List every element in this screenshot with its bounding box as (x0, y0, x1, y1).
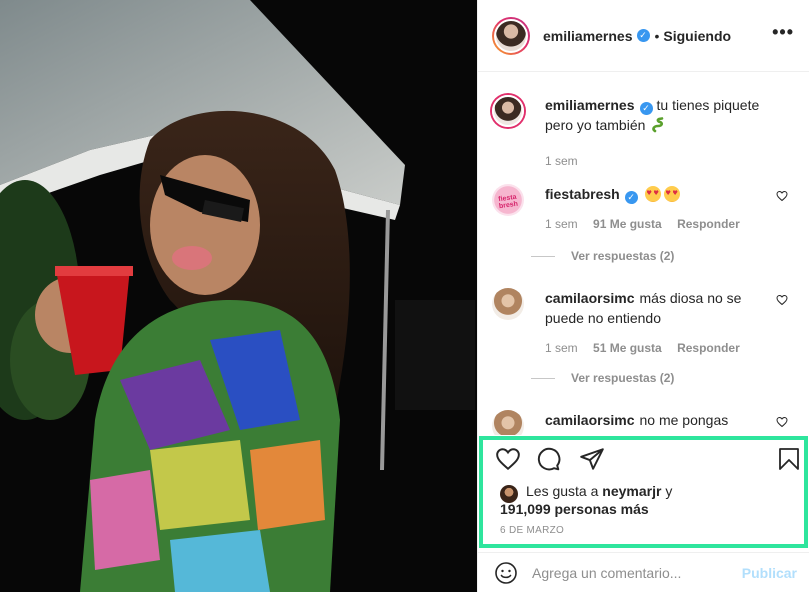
liker-avatar[interactable] (500, 485, 518, 503)
action-icons (495, 446, 805, 476)
heart-eyes-emoji-icon (644, 186, 661, 202)
heart-icon[interactable] (495, 446, 521, 472)
emoji-icon[interactable] (494, 561, 518, 585)
comment-like-heart-icon[interactable] (776, 294, 788, 306)
comment-like-heart-icon[interactable] (776, 190, 788, 202)
comment-like-heart-icon[interactable] (776, 416, 788, 428)
comment-avatar[interactable] (492, 410, 524, 435)
comment-input[interactable] (532, 564, 732, 581)
comment-text: no me pongas (639, 412, 729, 428)
comment-avatar[interactable] (492, 288, 524, 320)
comment-username[interactable]: fiestabresh (545, 186, 620, 202)
post-actions-highlight: Les gusta a neymarjr y 191,099 personas … (479, 436, 808, 548)
comment-icon[interactable] (535, 446, 561, 472)
caption-time: 1 sem (545, 154, 578, 168)
heart-eyes-emoji-icon (663, 186, 680, 202)
reply-button[interactable]: Responder (677, 217, 740, 231)
share-icon[interactable] (579, 446, 605, 472)
following-button[interactable]: Siguiendo (663, 28, 731, 44)
comment-avatar[interactable]: fiesta bresh (492, 184, 524, 216)
fiestabresh-logo: fiesta bresh (497, 193, 519, 211)
likes-prefix: Les gusta a (526, 483, 599, 499)
replies-line (531, 255, 555, 257)
comment-time: 1 sem (545, 217, 578, 231)
add-comment-bar: Publicar (478, 552, 809, 592)
author-avatar[interactable] (492, 16, 530, 55)
comment-username[interactable]: camilaorsimc (545, 412, 635, 428)
post-header: emiliamernes ✓ • Siguiendo ••• (478, 0, 809, 72)
bookmark-icon[interactable] (777, 446, 801, 472)
verified-icon: ✓ (636, 29, 650, 42)
comment-likes[interactable]: 51 Me gusta (593, 341, 662, 355)
replies-line (531, 377, 555, 379)
verified-icon: ✓ (624, 191, 638, 204)
reply-button[interactable]: Responder (677, 341, 740, 355)
comment-likes[interactable]: 91 Me gusta (593, 217, 662, 231)
view-replies-label[interactable]: Ver respuestas (2) (571, 371, 674, 385)
comments-list[interactable]: emiliamernes ✓ tu tienes piquete pero yo t… (478, 73, 809, 435)
author-username[interactable]: emiliamernes (543, 28, 633, 44)
publish-button[interactable]: Publicar (742, 565, 797, 581)
verified-icon: ✓ (639, 102, 653, 115)
view-replies[interactable]: Ver respuestas (2) (531, 371, 674, 385)
likes-connector: y (665, 483, 673, 499)
photo-illustration (0, 0, 477, 592)
view-replies-label[interactable]: Ver respuestas (2) (571, 249, 674, 263)
caption-username[interactable]: emiliamernes (545, 97, 635, 113)
caption-avatar[interactable] (492, 95, 524, 127)
liker-username[interactable]: neymarjr (602, 483, 661, 499)
more-options-icon[interactable]: ••• (772, 23, 794, 41)
post-date[interactable]: 6 DE MARZO (500, 525, 564, 536)
comment-time: 1 sem (545, 341, 578, 355)
snake-emoji-icon (652, 117, 664, 133)
comment-username[interactable]: camilaorsimc (545, 290, 635, 306)
likes-count[interactable]: 191,099 personas más (500, 501, 649, 517)
post-side-panel: emiliamernes ✓ • Siguiendo ••• emiliamer… (477, 0, 809, 592)
post-photo[interactable] (0, 0, 477, 592)
separator-dot: • (654, 27, 660, 44)
likes-summary[interactable]: Les gusta a neymarjr y 191,099 personas … (500, 482, 672, 518)
view-replies[interactable]: Ver respuestas (2) (531, 249, 674, 263)
